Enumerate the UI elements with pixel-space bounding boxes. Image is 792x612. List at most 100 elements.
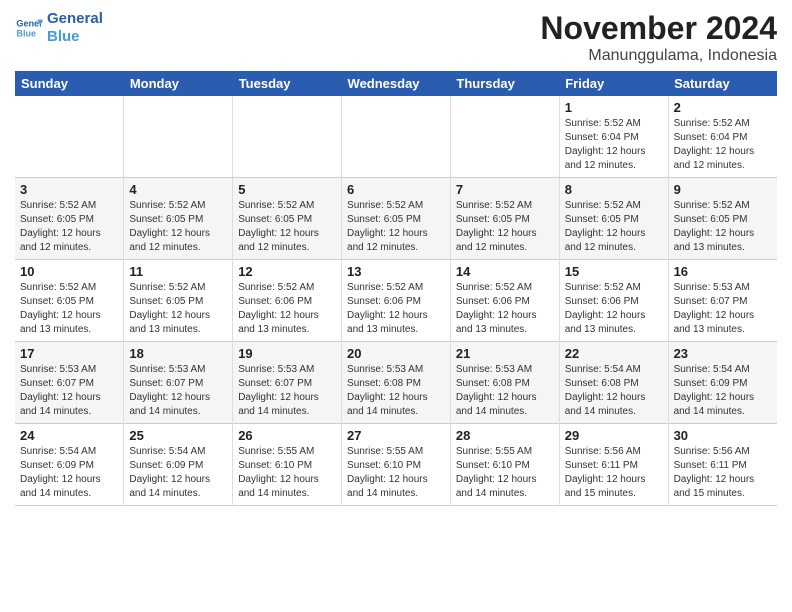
day-number: 16 <box>674 264 772 279</box>
day-number: 23 <box>674 346 772 361</box>
day-info: Sunrise: 5:53 AM Sunset: 6:08 PM Dayligh… <box>347 363 445 419</box>
calendar-cell: 6 Sunrise: 5:52 AM Sunset: 6:05 PM Daylig… <box>342 178 451 260</box>
calendar-cell: 17Sunrise: 5:53 AM Sunset: 6:07 PM Dayli… <box>15 342 124 424</box>
day-number: 6 <box>347 182 445 197</box>
day-number: 3 <box>20 182 118 197</box>
day-number: 18 <box>129 346 227 361</box>
logo-line2: Blue <box>47 28 103 46</box>
calendar-cell: 3 Sunrise: 5:52 AM Sunset: 6:05 PM Daylig… <box>15 178 124 260</box>
page-title: November 2024 <box>540 10 777 47</box>
calendar-cell: 21 Sunrise: 5:53 AM Sunset: 6:08 PM Dayli… <box>450 342 559 424</box>
calendar-cell: 12 Sunrise: 5:52 AM Sunset: 6:06 PM Dayli… <box>233 260 342 342</box>
calendar-cell: 26Sunrise: 5:55 AM Sunset: 6:10 PM Dayli… <box>233 424 342 506</box>
day-number: 8 <box>565 182 663 197</box>
day-info: Sunrise: 5:52 AM Sunset: 6:04 PM Dayligh… <box>565 117 663 173</box>
calendar-cell: 13Sunrise: 5:52 AM Sunset: 6:06 PM Dayli… <box>342 260 451 342</box>
calendar-cell <box>15 96 124 178</box>
header-row: SundayMondayTuesdayWednesdayThursdayFrid… <box>15 71 777 96</box>
calendar-cell <box>124 96 233 178</box>
calendar-cell: 15Sunrise: 5:52 AM Sunset: 6:06 PM Dayli… <box>559 260 668 342</box>
day-info: Sunrise: 5:56 AM Sunset: 6:11 PM Dayligh… <box>565 445 663 501</box>
day-info: Sunrise: 5:56 AM Sunset: 6:11 PM Dayligh… <box>674 445 772 501</box>
calendar-cell: 28 Sunrise: 5:55 AM Sunset: 6:10 PM Dayli… <box>450 424 559 506</box>
calendar-cell: 7 Sunrise: 5:52 AM Sunset: 6:05 PM Daylig… <box>450 178 559 260</box>
weekday-header: Wednesday <box>342 71 451 96</box>
calendar-week-row: 1Sunrise: 5:52 AM Sunset: 6:04 PM Daylig… <box>15 96 777 178</box>
calendar-cell: 4 Sunrise: 5:52 AM Sunset: 6:05 PM Daylig… <box>124 178 233 260</box>
calendar-cell: 27Sunrise: 5:55 AM Sunset: 6:10 PM Dayli… <box>342 424 451 506</box>
calendar-table: SundayMondayTuesdayWednesdayThursdayFrid… <box>15 71 777 506</box>
calendar-cell <box>233 96 342 178</box>
day-info: Sunrise: 5:52 AM Sunset: 6:05 PM Dayligh… <box>565 199 663 255</box>
calendar-cell: 23 Sunrise: 5:54 AM Sunset: 6:09 PM Dayli… <box>668 342 777 424</box>
svg-text:Blue: Blue <box>16 28 36 38</box>
calendar-container: General Blue General Blue November 2024 … <box>0 0 792 516</box>
day-info: Sunrise: 5:52 AM Sunset: 6:05 PM Dayligh… <box>347 199 445 255</box>
calendar-cell: 29 Sunrise: 5:56 AM Sunset: 6:11 PM Dayli… <box>559 424 668 506</box>
day-number: 17 <box>20 346 118 361</box>
day-number: 9 <box>674 182 772 197</box>
day-info: Sunrise: 5:53 AM Sunset: 6:07 PM Dayligh… <box>238 363 336 419</box>
day-number: 30 <box>674 428 772 443</box>
day-info: Sunrise: 5:52 AM Sunset: 6:05 PM Dayligh… <box>129 199 227 255</box>
day-number: 24 <box>20 428 118 443</box>
day-number: 21 <box>456 346 554 361</box>
day-number: 11 <box>129 264 227 279</box>
day-number: 7 <box>456 182 554 197</box>
day-number: 22 <box>565 346 663 361</box>
calendar-week-row: 24 Sunrise: 5:54 AM Sunset: 6:09 PM Dayli… <box>15 424 777 506</box>
weekday-header: Saturday <box>668 71 777 96</box>
day-info: Sunrise: 5:52 AM Sunset: 6:05 PM Dayligh… <box>456 199 554 255</box>
day-number: 12 <box>238 264 336 279</box>
day-number: 27 <box>347 428 445 443</box>
calendar-cell: 30 Sunrise: 5:56 AM Sunset: 6:11 PM Dayli… <box>668 424 777 506</box>
weekday-header: Sunday <box>15 71 124 96</box>
calendar-cell: 10Sunrise: 5:52 AM Sunset: 6:05 PM Dayli… <box>15 260 124 342</box>
day-info: Sunrise: 5:54 AM Sunset: 6:09 PM Dayligh… <box>674 363 772 419</box>
calendar-cell: 1Sunrise: 5:52 AM Sunset: 6:04 PM Daylig… <box>559 96 668 178</box>
calendar-cell <box>342 96 451 178</box>
calendar-cell <box>450 96 559 178</box>
title-block: November 2024 Manunggulama, Indonesia <box>540 10 777 65</box>
calendar-cell: 2Sunrise: 5:52 AM Sunset: 6:04 PM Daylig… <box>668 96 777 178</box>
day-number: 5 <box>238 182 336 197</box>
header: General Blue General Blue November 2024 … <box>15 10 777 65</box>
day-number: 29 <box>565 428 663 443</box>
day-info: Sunrise: 5:52 AM Sunset: 6:06 PM Dayligh… <box>456 281 554 337</box>
day-info: Sunrise: 5:52 AM Sunset: 6:06 PM Dayligh… <box>565 281 663 337</box>
calendar-week-row: 3 Sunrise: 5:52 AM Sunset: 6:05 PM Daylig… <box>15 178 777 260</box>
day-info: Sunrise: 5:54 AM Sunset: 6:09 PM Dayligh… <box>20 445 118 501</box>
calendar-week-row: 17 Sunrise: 5:53 AM Sunset: 6:07 PM Dayli… <box>15 342 777 424</box>
weekday-header: Tuesday <box>233 71 342 96</box>
calendar-cell: 5 Sunrise: 5:52 AM Sunset: 6:05 PM Daylig… <box>233 178 342 260</box>
calendar-cell: 19Sunrise: 5:53 AM Sunset: 6:07 PM Dayli… <box>233 342 342 424</box>
calendar-cell: 18 Sunrise: 5:53 AM Sunset: 6:07 PM Dayli… <box>124 342 233 424</box>
calendar-cell: 22 Sunrise: 5:54 AM Sunset: 6:08 PM Dayli… <box>559 342 668 424</box>
day-number: 10 <box>20 264 118 279</box>
calendar-cell: 24 Sunrise: 5:54 AM Sunset: 6:09 PM Dayli… <box>15 424 124 506</box>
day-number: 25 <box>129 428 227 443</box>
page-subtitle: Manunggulama, Indonesia <box>540 47 777 65</box>
calendar-cell: 16 Sunrise: 5:53 AM Sunset: 6:07 PM Dayli… <box>668 260 777 342</box>
day-info: Sunrise: 5:53 AM Sunset: 6:08 PM Dayligh… <box>456 363 554 419</box>
day-number: 28 <box>456 428 554 443</box>
day-info: Sunrise: 5:52 AM Sunset: 6:05 PM Dayligh… <box>674 199 772 255</box>
weekday-header: Friday <box>559 71 668 96</box>
day-number: 4 <box>129 182 227 197</box>
day-info: Sunrise: 5:55 AM Sunset: 6:10 PM Dayligh… <box>456 445 554 501</box>
day-info: Sunrise: 5:52 AM Sunset: 6:06 PM Dayligh… <box>347 281 445 337</box>
weekday-header: Monday <box>124 71 233 96</box>
day-info: Sunrise: 5:53 AM Sunset: 6:07 PM Dayligh… <box>674 281 772 337</box>
day-info: Sunrise: 5:54 AM Sunset: 6:08 PM Dayligh… <box>565 363 663 419</box>
day-info: Sunrise: 5:52 AM Sunset: 6:06 PM Dayligh… <box>238 281 336 337</box>
calendar-cell: 9 Sunrise: 5:52 AM Sunset: 6:05 PM Daylig… <box>668 178 777 260</box>
logo-icon: General Blue <box>15 14 43 42</box>
day-info: Sunrise: 5:53 AM Sunset: 6:07 PM Dayligh… <box>129 363 227 419</box>
day-number: 20 <box>347 346 445 361</box>
day-info: Sunrise: 5:52 AM Sunset: 6:05 PM Dayligh… <box>20 199 118 255</box>
calendar-body: 1Sunrise: 5:52 AM Sunset: 6:04 PM Daylig… <box>15 96 777 506</box>
day-info: Sunrise: 5:52 AM Sunset: 6:05 PM Dayligh… <box>238 199 336 255</box>
day-number: 14 <box>456 264 554 279</box>
calendar-cell: 8 Sunrise: 5:52 AM Sunset: 6:05 PM Daylig… <box>559 178 668 260</box>
calendar-cell: 25Sunrise: 5:54 AM Sunset: 6:09 PM Dayli… <box>124 424 233 506</box>
